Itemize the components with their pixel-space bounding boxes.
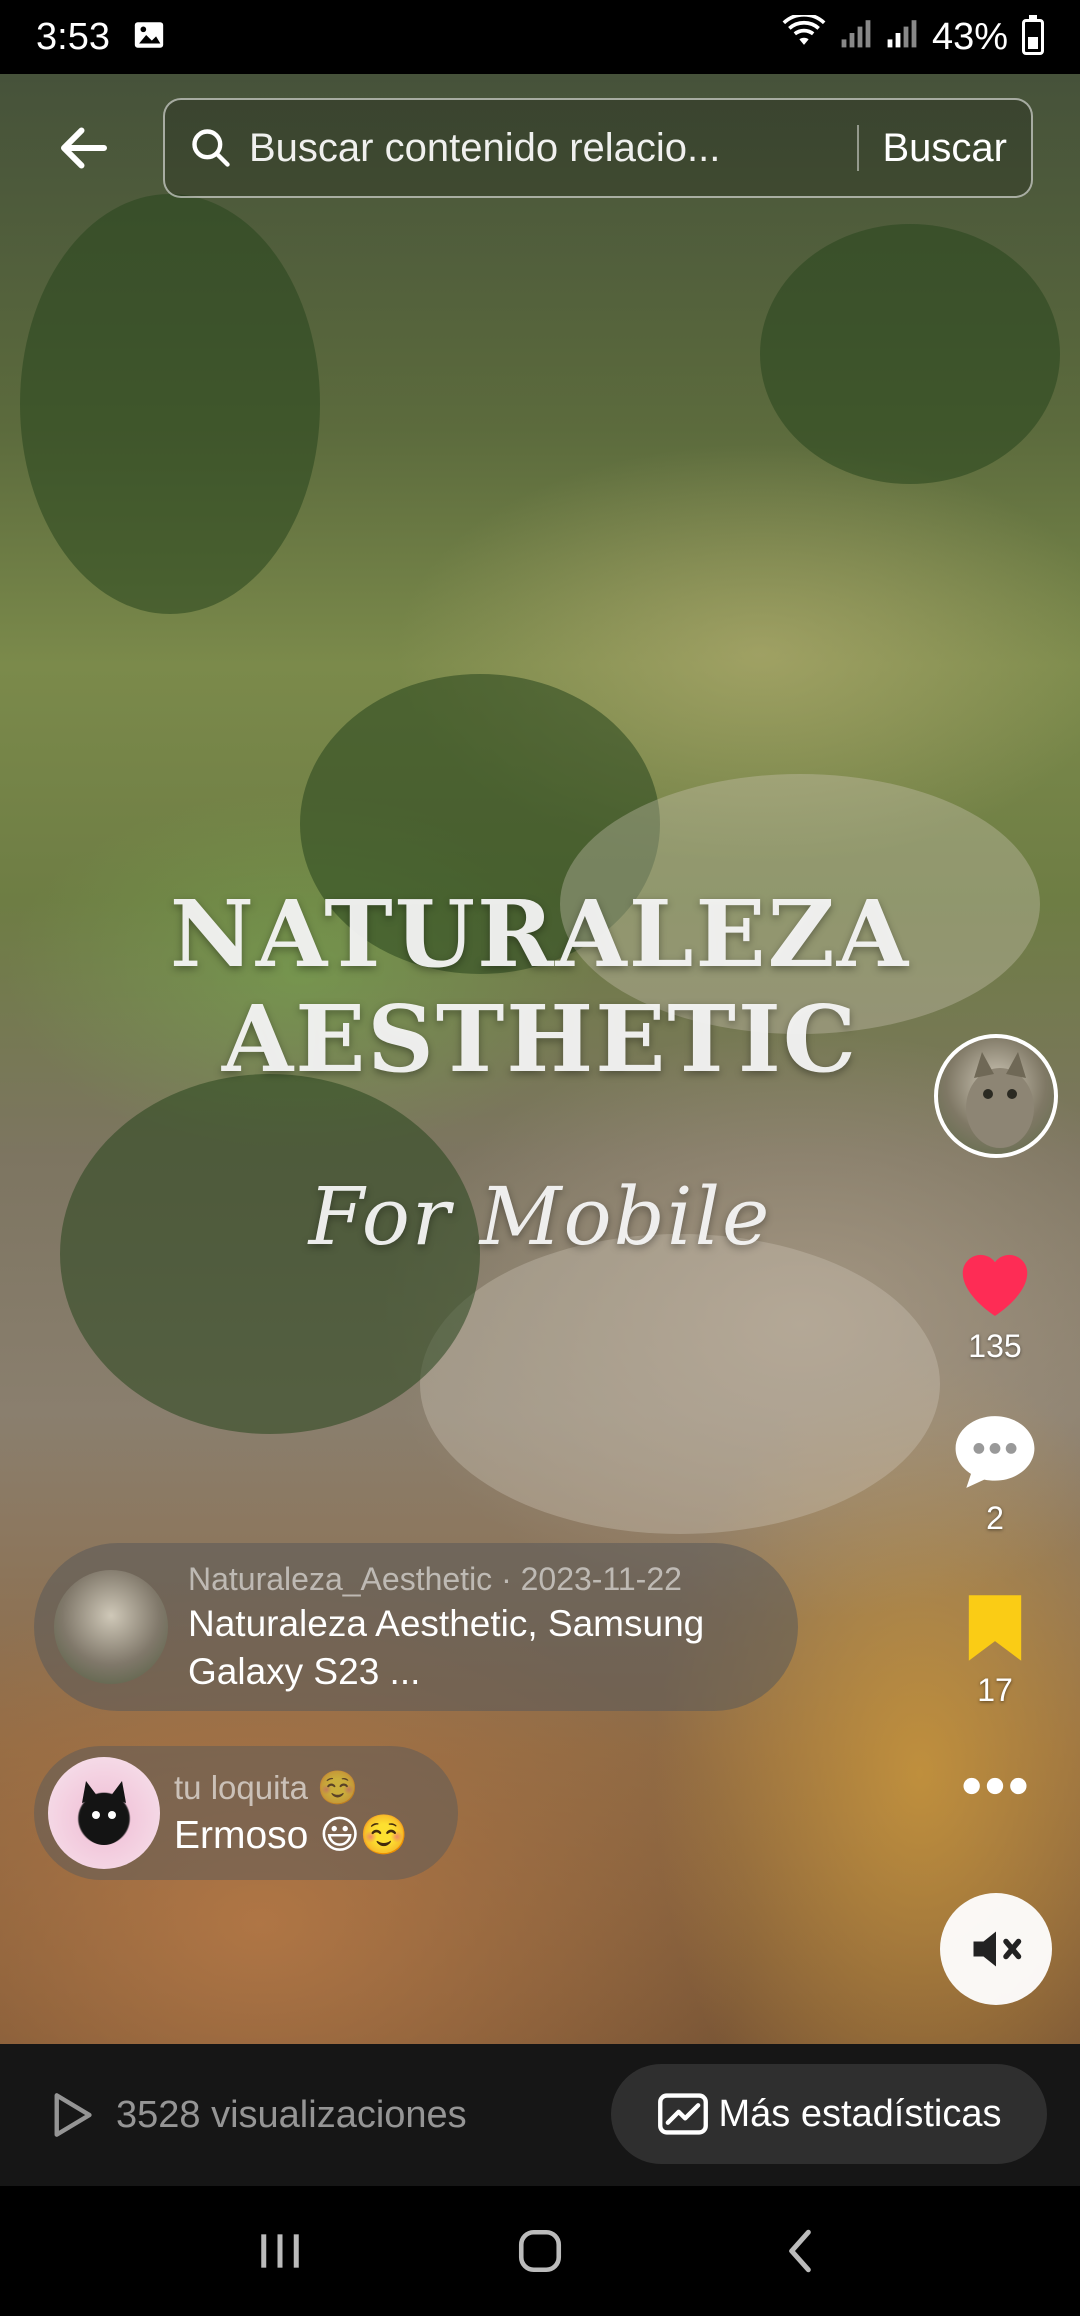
recent-apps-button[interactable] — [235, 2216, 325, 2286]
views-text: 3528 visualizaciones — [116, 2093, 467, 2136]
comment-avatar[interactable] — [48, 1757, 160, 1869]
heart-icon — [962, 1254, 1028, 1316]
comment-button[interactable]: 2 — [935, 1412, 1055, 1537]
recent-apps-icon — [261, 2234, 299, 2268]
search-button[interactable]: Buscar — [883, 126, 1008, 171]
search-bar[interactable]: Buscar — [163, 98, 1033, 198]
arrow-left-icon — [61, 127, 107, 169]
back-nav-button[interactable] — [755, 2216, 845, 2286]
comment-count: 2 — [986, 1500, 1004, 1536]
status-time: 3:53 — [36, 15, 110, 58]
background-shrub — [760, 224, 1060, 484]
more-options-button[interactable] — [935, 1772, 1055, 1800]
system-nav-bar — [0, 2186, 1080, 2316]
more-dots-icon — [963, 1777, 1027, 1795]
signal-icon — [840, 16, 872, 59]
video-title-line-2: AESTHETIC — [221, 985, 859, 1093]
battery-icon — [1022, 15, 1044, 55]
comment-author: tu loquita ☺️ — [174, 1768, 359, 1806]
black-cat-avatar-image — [80, 1781, 128, 1845]
like-count: 135 — [968, 1328, 1022, 1364]
search-icon — [192, 129, 230, 167]
battery-percent: 43% — [931, 15, 1008, 58]
background-shrub — [20, 194, 320, 614]
chevron-left-icon — [789, 2229, 811, 2273]
save-button[interactable]: 17 — [935, 1592, 1055, 1709]
creator-avatar[interactable] — [934, 1034, 1058, 1158]
signal-icon-2 — [886, 16, 918, 59]
mute-button[interactable] — [940, 1893, 1052, 2005]
gallery-icon — [132, 18, 166, 57]
comment-text: Ermoso 😃☺️ — [174, 1813, 409, 1857]
video-title-line-1: NATURALEZA — [169, 880, 911, 988]
video-title-line-3: For Mobile — [308, 1170, 772, 1263]
home-button[interactable] — [495, 2216, 585, 2286]
more-stats-button[interactable]: Más estadísticas — [611, 2064, 1047, 2164]
back-button[interactable] — [48, 112, 120, 184]
caption-text-line-1: Naturaleza Aesthetic, Samsung — [188, 1602, 705, 1644]
more-stats-label: Más estadísticas — [718, 2092, 1002, 2135]
caption-text-line-2: Galaxy S23 ... — [188, 1650, 421, 1692]
play-outline-icon — [54, 2093, 92, 2137]
bottom-stats-bar: 3528 visualizaciones Más estadísticas — [0, 2044, 1080, 2186]
comment-bubble-icon — [955, 1416, 1035, 1488]
caption-meta: Naturaleza_Aesthetic · 2023-11-22 — [188, 1560, 682, 1597]
background-rock — [420, 1234, 940, 1534]
search-input[interactable] — [249, 125, 833, 171]
chart-icon — [657, 2093, 708, 2135]
wifi-icon — [782, 12, 826, 59]
views-counter: 3528 visualizaciones — [50, 2091, 467, 2139]
save-count: 17 — [977, 1672, 1013, 1708]
speaker-muted-icon — [973, 1931, 1022, 1967]
top-comment[interactable]: tu loquita ☺️ Ermoso 😃☺️ — [34, 1746, 458, 1880]
like-button[interactable]: 135 — [935, 1240, 1055, 1365]
home-icon — [518, 2229, 562, 2273]
caption-chip[interactable]: Naturaleza_Aesthetic · 2023-11-22 Natura… — [34, 1543, 798, 1711]
bookmark-icon — [968, 1595, 1022, 1661]
caption-avatar[interactable] — [54, 1570, 168, 1684]
status-bar: 3:53 43% — [0, 0, 1080, 74]
search-divider — [856, 125, 859, 171]
